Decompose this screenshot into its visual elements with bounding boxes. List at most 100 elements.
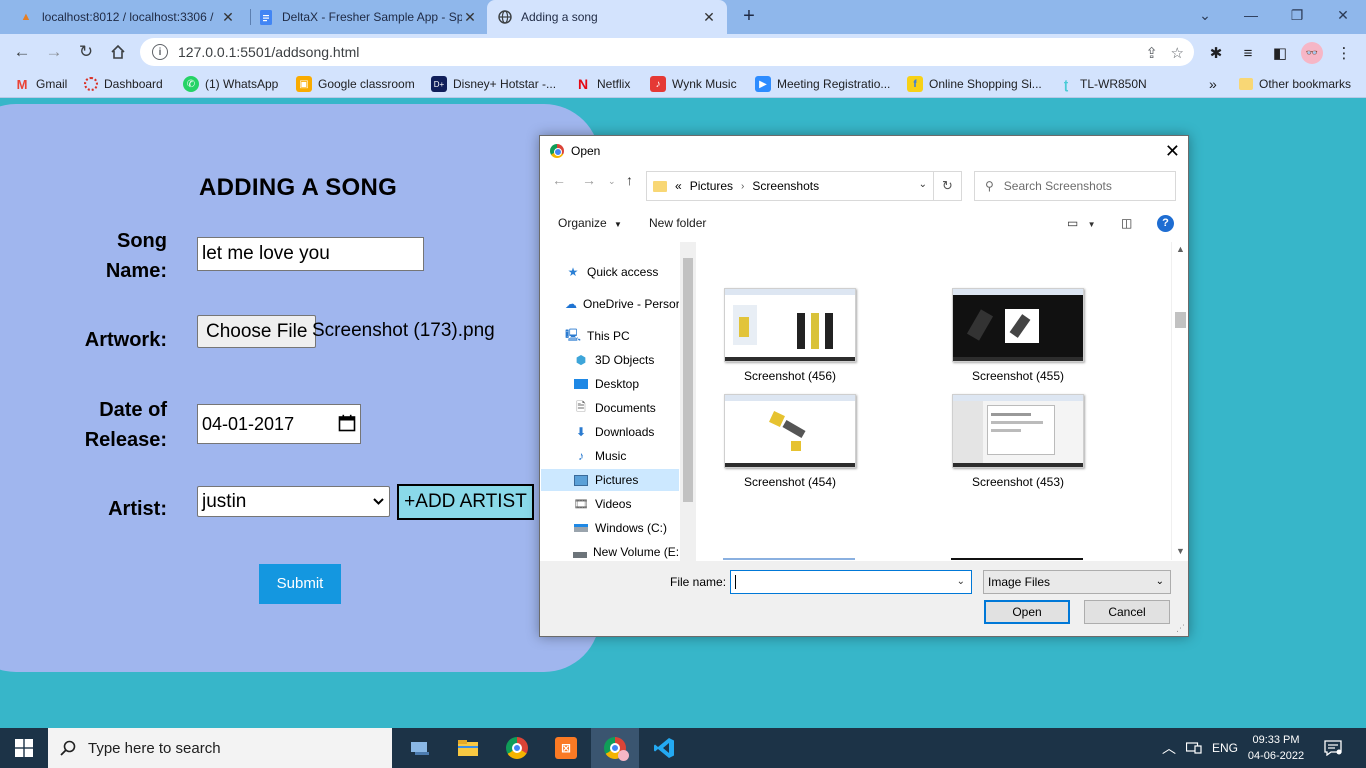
bookmark-gmail[interactable]: M Gmail <box>14 75 68 93</box>
more-bookmarks-button[interactable]: » <box>1209 75 1217 93</box>
calendar-icon[interactable] <box>338 414 356 432</box>
close-window-button[interactable]: ✕ <box>1320 0 1366 30</box>
nav-item-pictures[interactable]: Pictures <box>541 469 679 491</box>
nav-item-onedrive[interactable]: ☁ OneDrive - Persor <box>541 293 679 315</box>
language-indicator[interactable]: ENG <box>1212 728 1238 768</box>
cancel-button[interactable]: Cancel <box>1084 600 1170 624</box>
nav-item-music[interactable]: ♪ Music <box>541 445 679 467</box>
nav-item-this-pc[interactable]: 🖳 This PC <box>541 325 679 347</box>
home-button[interactable] <box>105 40 131 64</box>
reload-button[interactable]: ↻ <box>73 40 99 64</box>
path-segment-pictures[interactable]: Pictures <box>690 179 733 193</box>
bookmark-star-icon[interactable]: ☆ <box>1171 44 1184 62</box>
bookmark-netflix[interactable]: N Netflix <box>575 75 630 93</box>
tab-phpmyadmin[interactable]: ▲ localhost:8012 / localhost:3306 / ✕ <box>8 0 246 34</box>
nav-item-videos[interactable]: 🎞 Videos <box>541 493 679 515</box>
nav-item-new-volume-e[interactable]: New Volume (E:) <box>541 541 679 563</box>
network-icon[interactable] <box>1186 728 1202 768</box>
scroll-down-icon[interactable]: ▼ <box>1176 546 1185 556</box>
back-button[interactable]: ← <box>9 40 35 64</box>
recent-locations-icon[interactable]: ⌄ <box>608 176 616 187</box>
nav-item-desktop[interactable]: Desktop <box>541 373 679 395</box>
side-panel-icon[interactable]: ◧ <box>1268 41 1292 65</box>
organize-button[interactable]: Organize ▼ <box>558 216 622 230</box>
taskbar-clock[interactable]: 09:33 PM 04-06-2022 <box>1242 732 1310 764</box>
scroll-up-icon[interactable]: ▲ <box>1176 244 1185 254</box>
start-button[interactable] <box>0 728 48 768</box>
add-artist-button[interactable]: +ADD ARTIST <box>397 484 534 520</box>
tab-deltax[interactable]: DeltaX - Fresher Sample App - Sp ✕ <box>248 0 488 34</box>
artist-select[interactable]: justin <box>197 486 390 517</box>
resize-grip-icon[interactable]: ⋰ <box>1176 623 1185 634</box>
share-icon[interactable]: ⇪ <box>1145 44 1158 62</box>
file-explorer-icon[interactable] <box>444 728 492 768</box>
nav-item-documents[interactable]: 🗎 Documents <box>541 397 679 419</box>
file-item[interactable]: Screenshot (455) <box>943 288 1093 383</box>
close-tab-icon[interactable]: ✕ <box>220 9 236 26</box>
bookmark-other[interactable]: Other bookmarks <box>1239 75 1351 93</box>
new-folder-button[interactable]: New folder <box>649 216 706 230</box>
file-name-input[interactable]: ⌄ <box>730 570 972 594</box>
nav-item-windows-c[interactable]: Windows (C:) <box>541 517 679 539</box>
restore-button[interactable]: ❐ <box>1274 0 1320 30</box>
menu-kebab-icon[interactable]: ⋮ <box>1332 41 1356 65</box>
file-list-scrollbar[interactable]: ▲ ▼ <box>1171 242 1188 560</box>
vscode-icon[interactable] <box>640 728 688 768</box>
help-icon[interactable]: ? <box>1157 215 1174 232</box>
task-view-icon[interactable] <box>396 728 444 768</box>
submit-button[interactable]: Submit <box>259 564 341 604</box>
song-name-input[interactable]: let me love you <box>197 237 424 271</box>
forward-button[interactable]: → <box>41 40 67 64</box>
path-segment-screenshots[interactable]: Screenshots <box>752 179 819 193</box>
tab-search-icon[interactable]: ⌄ <box>1182 0 1228 30</box>
scrollbar-thumb[interactable] <box>1175 312 1186 328</box>
preview-pane-icon[interactable]: ◫ <box>1121 216 1132 230</box>
media-control-icon[interactable]: ≡ <box>1236 41 1260 65</box>
tab-adding-song[interactable]: Adding a song ✕ <box>487 0 727 34</box>
open-button[interactable]: Open <box>984 600 1070 624</box>
chevron-down-icon[interactable]: ⌄ <box>919 179 927 190</box>
nav-item-3d-objects[interactable]: ⬢ 3D Objects <box>541 349 679 371</box>
dialog-search-input[interactable]: ⚲ Search Screenshots <box>974 171 1176 201</box>
change-view-icon[interactable]: ▭ ▼ <box>1067 216 1096 230</box>
minimize-button[interactable]: — <box>1228 0 1274 30</box>
bookmark-shopping[interactable]: f Online Shopping Si... <box>907 75 1042 93</box>
taskbar-search-input[interactable]: Type here to search <box>48 728 392 768</box>
profile-avatar[interactable]: 👓 <box>1300 41 1324 65</box>
bookmark-meeting[interactable]: ▶ Meeting Registratio... <box>755 75 890 93</box>
site-info-icon[interactable]: i <box>152 44 168 60</box>
notification-center-icon[interactable] <box>1324 728 1342 768</box>
bookmark-dashboard[interactable]: Dashboard <box>84 75 163 93</box>
chrome-taskbar-icon[interactable] <box>493 728 541 768</box>
dialog-forward-icon[interactable]: → <box>582 172 596 188</box>
extensions-icon[interactable]: ✱ <box>1204 41 1228 65</box>
chevron-down-icon[interactable]: ⌄ <box>957 571 965 593</box>
bookmark-wynk[interactable]: ♪ Wynk Music <box>650 75 737 93</box>
dialog-close-icon[interactable]: ✕ <box>1165 141 1180 162</box>
release-date-input[interactable]: 04-01-2017 <box>197 404 361 444</box>
file-type-select[interactable]: Image Files ⌄ <box>983 570 1171 594</box>
bookmark-hotstar[interactable]: D+ Disney+ Hotstar -... <box>431 75 556 93</box>
dialog-address-bar[interactable]: « Pictures › Screenshots ⌄ ↻ <box>646 171 962 201</box>
xampp-icon[interactable]: ⊠ <box>542 728 590 768</box>
refresh-icon[interactable]: ↻ <box>933 172 961 200</box>
nav-item-quick-access[interactable]: ★ Quick access <box>541 261 679 283</box>
path-overflow[interactable]: « <box>675 179 682 193</box>
dialog-back-icon[interactable]: ← <box>552 172 566 188</box>
file-item[interactable]: Screenshot (454) <box>715 394 865 489</box>
scrollbar-thumb[interactable] <box>683 258 693 502</box>
file-item[interactable]: Screenshot (453) <box>943 394 1093 489</box>
up-folder-icon[interactable]: ↑ <box>626 172 633 188</box>
chrome-profile-taskbar-icon[interactable] <box>591 728 639 768</box>
bookmark-tplink[interactable]: ʈ TL-WR850N <box>1058 75 1147 93</box>
address-bar[interactable]: i 127.0.0.1:5501/addsong.html ⇪ ☆ <box>140 38 1194 66</box>
close-tab-icon[interactable]: ✕ <box>701 9 717 26</box>
bookmark-google-classroom[interactable]: ▣ Google classroom <box>296 75 415 93</box>
show-hidden-icons-button[interactable]: ︿ <box>1162 728 1176 768</box>
close-tab-icon[interactable]: ✕ <box>462 9 478 26</box>
file-item[interactable]: Screenshot (456) <box>715 288 865 383</box>
nav-item-downloads[interactable]: ⬇ Downloads <box>541 421 679 443</box>
bookmark-whatsapp[interactable]: ✆ (1) WhatsApp <box>183 75 278 93</box>
choose-file-button[interactable]: Choose File <box>197 315 317 348</box>
new-tab-button[interactable]: + <box>738 6 760 28</box>
